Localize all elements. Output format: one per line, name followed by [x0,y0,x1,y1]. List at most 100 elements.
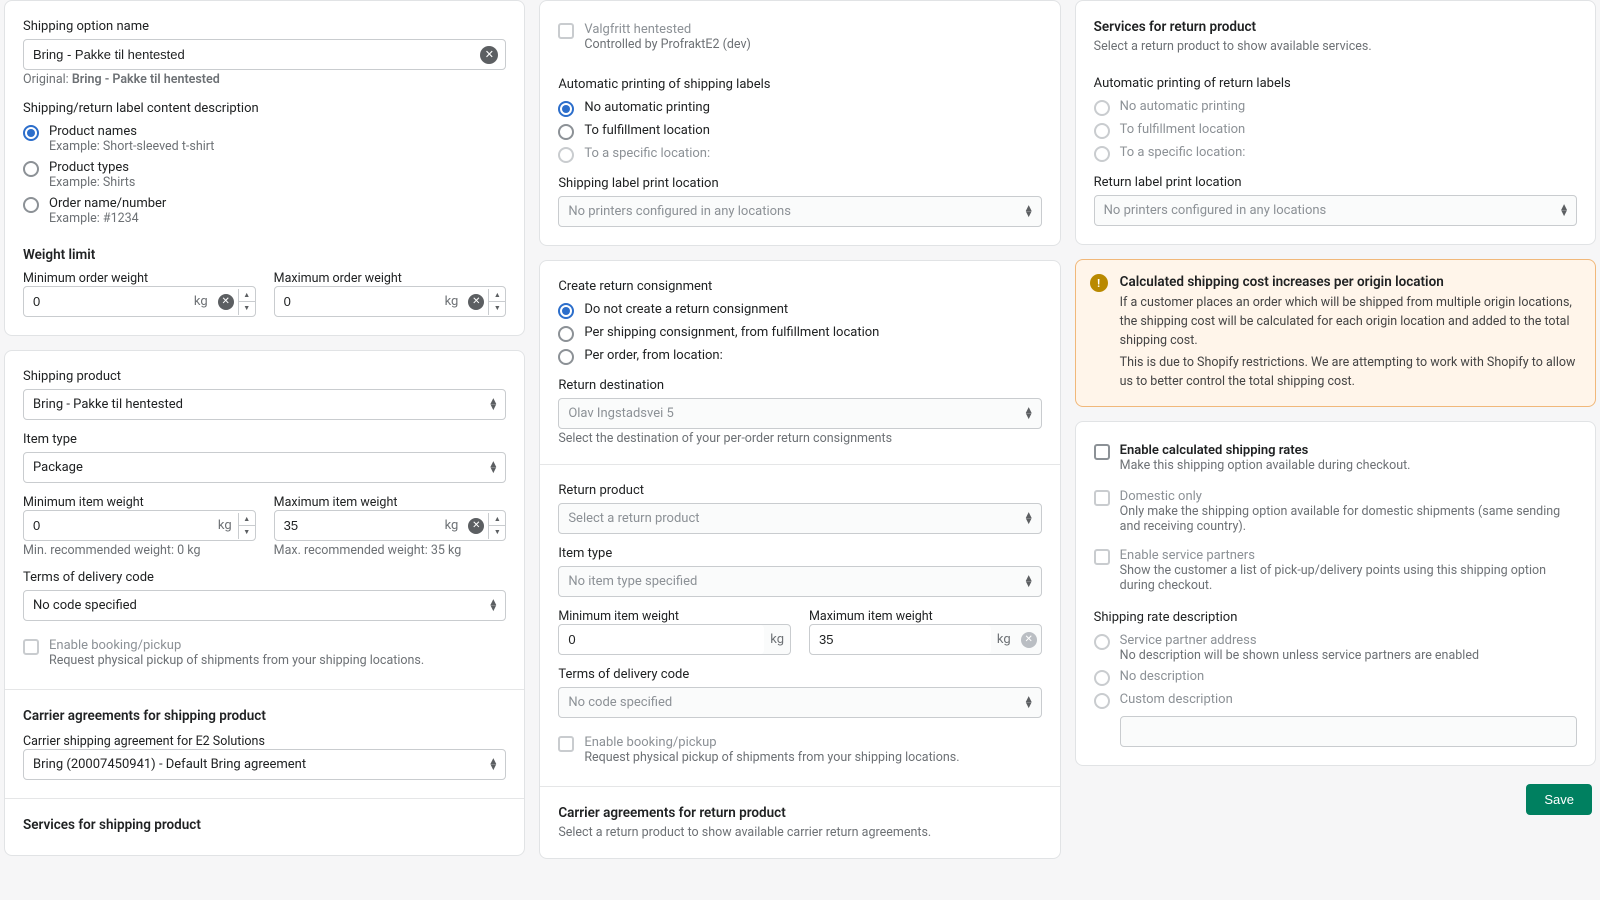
return-item-type-select: No item type specified [558,566,1041,597]
radio-per-order[interactable]: Per order, from location: [558,345,1041,368]
return-min-weight-label: Minimum item weight [558,609,679,624]
shipping-product-select[interactable]: Bring - Pakke til hentested [23,389,506,420]
stepper-down-icon[interactable]: ▼ [239,302,255,315]
return-min-weight-input: kg [558,624,791,655]
services-heading: Services for shipping product [23,817,506,833]
return-services-card: Services for return product Select a ret… [1075,0,1596,245]
clear-icon[interactable]: ✕ [218,294,234,310]
clear-icon[interactable]: ✕ [468,518,484,534]
checkbox-icon [558,23,574,39]
return-dest-label: Return destination [558,378,1041,393]
return-item-type-label: Item type [558,546,1041,561]
label-desc-label: Shipping/return label content descriptio… [23,101,506,116]
radio-icon[interactable] [558,326,574,342]
stepper-up-icon[interactable]: ▲ [489,289,505,302]
max-order-weight-input[interactable]: kg ✕ ▲▼ [274,286,507,317]
checkbox-icon [1094,549,1110,565]
clear-name-icon[interactable]: ✕ [480,46,498,64]
service-partners-checkbox: Enable service partners Show the custome… [1094,545,1577,596]
return-tod-label: Terms of delivery code [558,667,1041,682]
radio-no-autoprint[interactable]: No automatic printing [558,97,1041,120]
stepper-up-icon[interactable]: ▲ [239,289,255,302]
min-item-weight-input[interactable]: kg ▲▼ [23,510,256,541]
stepper-down-icon[interactable]: ▼ [489,302,505,315]
radio-icon[interactable] [558,124,574,140]
max-item-weight-input[interactable]: kg ✕ ▲▼ [274,510,507,541]
shipping-label-card: Valgfritt hentested Controlled by Profra… [539,0,1060,246]
radio-icon [1094,670,1110,686]
stepper-up-icon[interactable]: ▲ [239,513,255,526]
return-services-sub: Select a return product to show availabl… [1094,39,1577,54]
return-print-location-select: No printers configured in any locations [1094,195,1577,226]
save-button[interactable]: Save [1526,784,1592,815]
return-consignment-card: Create return consignment Do not create … [539,260,1060,859]
shipping-product-card: Shipping product Bring - Pakke til hente… [4,350,525,856]
radio-product-types[interactable]: Product types Example: Shirts [23,157,506,193]
item-type-label: Item type [23,432,506,447]
radio-order-name[interactable]: Order name/number Example: #1234 [23,193,506,229]
banner-title: Calculated shipping cost increases per o… [1120,274,1579,290]
return-radio-no-autoprint: No automatic printing [1094,96,1577,119]
calculated-rates-card: Enable calculated shipping rates Make th… [1075,421,1596,766]
return-product-select: Select a return product [558,503,1041,534]
max-item-weight-label: Maximum item weight [274,495,398,510]
autoprint-label: Automatic printing of shipping labels [558,77,1041,92]
radio-to-specific: To a specific location: [558,143,1041,166]
shipping-name-label: Shipping option name [23,19,506,34]
radio-icon[interactable] [23,161,39,177]
print-location-select: No printers configured in any locations [558,196,1041,227]
return-autoprint-label: Automatic printing of return labels [1094,76,1577,91]
shipping-name-input[interactable] [23,39,506,70]
custom-description-input [1120,716,1577,747]
return-radio-to-fulfillment: To fulfillment location [1094,119,1577,142]
banner-text-2: This is due to Shopify restrictions. We … [1120,354,1579,392]
return-radio-to-specific: To a specific location: [1094,142,1577,165]
clear-icon[interactable]: ✕ [468,294,484,310]
radio-icon[interactable] [23,125,39,141]
radio-icon[interactable] [558,303,574,319]
radio-to-fulfillment[interactable]: To fulfillment location [558,120,1041,143]
clear-icon: ✕ [1021,632,1037,648]
radio-no-return[interactable]: Do not create a return consignment [558,299,1041,322]
original-name: Original: Bring - Pakke til hentested [23,72,506,87]
checkbox-icon[interactable] [23,639,39,655]
agreement-select[interactable]: Bring (20007450941) - Default Bring agre… [23,749,506,780]
domestic-checkbox: Domestic only Only make the shipping opt… [1094,486,1577,537]
checkbox-icon [1094,490,1110,506]
checkbox-icon[interactable] [1094,444,1110,460]
stepper-up-icon[interactable]: ▲ [489,513,505,526]
checkbox-icon [558,736,574,752]
carrier-agreements-heading: Carrier agreements for shipping product [23,708,506,724]
shipping-product-label: Shipping product [23,369,506,384]
item-type-select[interactable]: Package [23,452,506,483]
min-item-weight-label: Minimum item weight [23,495,144,510]
return-agreements-sub: Select a return product to show availabl… [558,825,1041,840]
radio-icon[interactable] [558,101,574,117]
return-booking-checkbox: Enable booking/pickup Request physical p… [558,732,1041,768]
min-order-weight-input[interactable]: kg ✕ ▲▼ [23,286,256,317]
radio-icon [1094,146,1110,162]
radio-per-shipping[interactable]: Per shipping consignment, from fulfillme… [558,322,1041,345]
radio-icon [1094,123,1110,139]
radio-icon [558,147,574,163]
return-services-heading: Services for return product [1094,19,1577,35]
tod-select[interactable]: No code specified [23,590,506,621]
radio-icon [1094,693,1110,709]
radio-partner-address: Service partner address No description w… [1094,630,1577,666]
radio-icon[interactable] [558,349,574,365]
max-rec-text: Max. recommended weight: 35 kg [274,543,507,558]
return-product-label: Return product [558,483,1041,498]
radio-icon[interactable] [23,197,39,213]
stepper-down-icon[interactable]: ▼ [239,526,255,539]
radio-product-names[interactable]: Product names Example: Short-sleeved t-s… [23,121,506,157]
enable-booking-checkbox[interactable]: Enable booking/pickup Request physical p… [23,635,506,671]
agreement-label: Carrier shipping agreement for E2 Soluti… [23,734,265,749]
radio-no-description: No description [1094,666,1577,689]
enable-rates-checkbox[interactable]: Enable calculated shipping rates Make th… [1094,440,1577,476]
radio-custom-description: Custom description [1094,689,1577,712]
create-return-label: Create return consignment [558,279,1041,294]
radio-icon [1094,634,1110,650]
return-agreements-heading: Carrier agreements for return product [558,805,1041,821]
return-max-weight-label: Maximum item weight [809,609,933,624]
stepper-down-icon[interactable]: ▼ [489,526,505,539]
